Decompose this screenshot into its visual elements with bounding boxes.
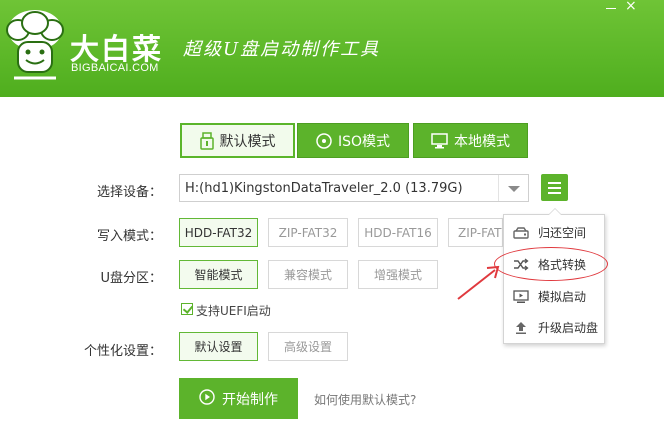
cabbage-logo-icon xyxy=(6,10,64,80)
minimize-icon[interactable] xyxy=(603,0,619,12)
chevron-down-icon[interactable] xyxy=(498,175,528,201)
device-label: 选择设备： xyxy=(96,185,162,200)
tab-default-mode[interactable]: 默认模式 xyxy=(180,123,295,158)
partition-compatible-mode[interactable]: 兼容模式 xyxy=(268,260,348,289)
start-button[interactable]: 开始制作 xyxy=(179,378,298,419)
tab-iso-mode[interactable]: ISO模式 xyxy=(297,123,409,158)
menu-item-reclaim-space[interactable]: 归还空间 xyxy=(504,217,604,248)
brand-domain: BIGBAICAI.COM xyxy=(71,62,159,74)
device-select[interactable]: H:(hd1)KingstonDataTraveler_2.0 (13.79G) xyxy=(179,174,529,202)
personalize-label: 个性化设置： xyxy=(83,344,162,359)
tab-local-mode[interactable]: 本地模式 xyxy=(413,123,528,158)
device-value: H:(hd1)KingstonDataTraveler_2.0 (13.79G) xyxy=(185,181,463,196)
monitor-play-icon xyxy=(504,289,538,304)
menu-item-label: 升级启动盘 xyxy=(538,321,599,335)
app-header: 大白菜 BIGBAICAI.COM 超级U盘启动制作工具 × xyxy=(0,0,664,97)
personalize-default[interactable]: 默认设置 xyxy=(179,332,258,361)
write-mode-zip-fat[interactable]: ZIP-FAT xyxy=(448,218,503,247)
uefi-checkbox-label[interactable]: 支持UEFI启动 xyxy=(196,302,271,319)
write-mode-hdd-fat16[interactable]: HDD-FAT16 xyxy=(358,218,438,247)
slogan: 超级U盘启动制作工具 xyxy=(183,39,381,60)
write-mode-hdd-fat32[interactable]: HDD-FAT32 xyxy=(179,218,258,247)
hamburger-menu-icon[interactable] xyxy=(541,174,568,201)
tab-label: 默认模式 xyxy=(219,133,276,150)
annotation-arrow-icon xyxy=(457,265,500,300)
play-circle-icon xyxy=(199,388,215,409)
usb-drive-icon xyxy=(199,131,214,150)
menu-item-simulate-boot[interactable]: 模拟启动 xyxy=(504,281,604,312)
uefi-checkbox[interactable] xyxy=(181,303,193,315)
menu-item-label: 模拟启动 xyxy=(538,290,587,304)
partition-label: U盘分区： xyxy=(100,271,162,286)
annotation-highlight-ring xyxy=(494,247,608,281)
start-button-label: 开始制作 xyxy=(222,391,278,408)
hard-drive-icon xyxy=(504,226,538,239)
write-mode-label: 写入模式： xyxy=(96,229,162,244)
upload-arrow-icon xyxy=(504,321,538,335)
menu-item-label: 归还空间 xyxy=(538,226,587,240)
monitor-icon xyxy=(431,132,448,149)
tab-label: 本地模式 xyxy=(454,133,510,150)
partition-enhanced-mode[interactable]: 增强模式 xyxy=(358,260,438,289)
menu-item-upgrade-boot-disk[interactable]: 升级启动盘 xyxy=(504,312,604,343)
partition-smart-mode[interactable]: 智能模式 xyxy=(179,260,258,289)
close-icon[interactable]: × xyxy=(625,0,639,14)
help-link[interactable]: 如何使用默认模式? xyxy=(314,391,416,408)
disc-icon xyxy=(316,132,332,149)
personalize-advanced[interactable]: 高级设置 xyxy=(268,332,348,361)
tab-label: ISO模式 xyxy=(337,133,391,150)
write-mode-zip-fat32[interactable]: ZIP-FAT32 xyxy=(268,218,348,247)
